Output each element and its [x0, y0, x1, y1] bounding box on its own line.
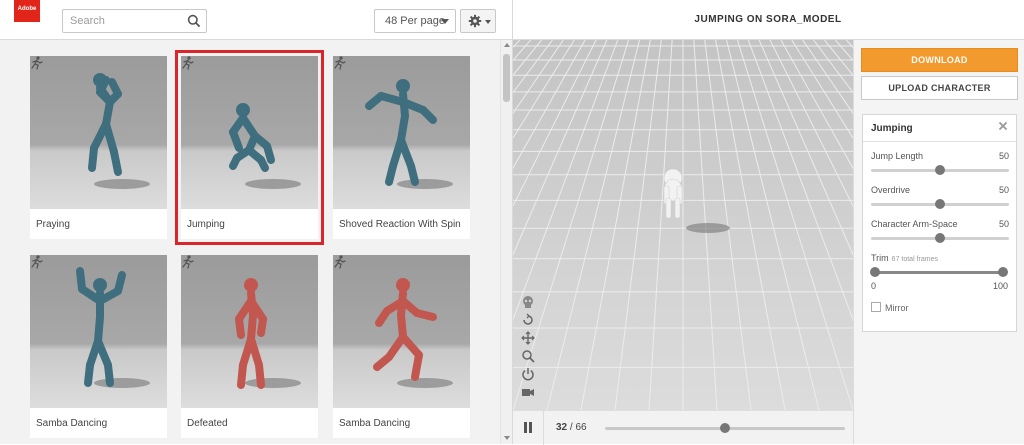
animation-type-icon	[182, 56, 194, 70]
animation-card-label: Jumping	[187, 219, 225, 230]
power-icon[interactable]	[521, 367, 535, 381]
per-page-value: 48 Per page	[385, 15, 445, 27]
animation-type-icon	[182, 255, 194, 269]
param-label: Overdrive	[871, 185, 911, 195]
animation-card[interactable]: Samba Dancing	[30, 255, 167, 438]
animation-card[interactable]: Samba Dancing	[333, 255, 470, 438]
animation-card-selected[interactable]: Jumping	[175, 50, 324, 245]
param-label: Character Arm-Space	[871, 219, 958, 229]
overdrive-slider[interactable]: Overdrive 50	[871, 185, 1009, 215]
trim-title: Trim	[871, 253, 889, 263]
search-input[interactable]	[63, 10, 183, 32]
animation-type-icon	[31, 255, 43, 269]
animation-thumbnail	[181, 56, 318, 209]
animation-thumbnail	[30, 56, 167, 209]
settings-title: Jumping	[871, 123, 913, 134]
animation-type-icon	[334, 56, 346, 70]
chevron-down-icon	[441, 19, 449, 24]
trim-start-handle[interactable]	[870, 267, 880, 277]
total-frames: 66	[575, 422, 587, 433]
search-icon[interactable]	[187, 14, 201, 28]
param-value: 50	[998, 151, 1009, 161]
character-figure	[229, 103, 301, 189]
animation-card-label: Shoved Reaction With Spin	[339, 219, 461, 230]
skeleton-icon[interactable]	[521, 295, 535, 309]
animation-type-icon	[334, 255, 346, 269]
character-figure	[373, 278, 453, 388]
character-arm-space-slider[interactable]: Character Arm-Space 50	[871, 219, 1009, 249]
trim-label: Trim 67 total frames	[871, 253, 938, 263]
animation-card-label: Praying	[36, 219, 70, 230]
3d-viewport[interactable]	[513, 40, 853, 410]
reset-view-icon[interactable]	[521, 313, 535, 327]
character-figure	[76, 267, 150, 388]
scroll-down-icon[interactable]	[504, 436, 510, 440]
trim-range-slider[interactable]	[870, 267, 1008, 277]
frame-counter: 32 / 66	[556, 422, 587, 433]
camera-icon[interactable]	[521, 385, 535, 399]
divider	[543, 411, 544, 445]
per-page-select[interactable]: 48 Per page	[374, 9, 456, 33]
param-label: Jump Length	[871, 151, 924, 161]
animation-thumbnail	[333, 56, 470, 209]
jump-length-slider[interactable]: Jump Length 50	[871, 151, 1009, 181]
slider-track[interactable]	[871, 199, 1009, 209]
settings-button[interactable]	[460, 9, 496, 33]
animation-thumbnail	[30, 255, 167, 408]
viewer-title: JUMPING ON SORA_MODEL	[694, 14, 842, 25]
animation-card[interactable]: Shoved Reaction With Spin	[333, 56, 470, 239]
timeline-handle[interactable]	[720, 423, 730, 433]
current-frame: 32	[556, 422, 568, 433]
slider-track[interactable]	[871, 165, 1009, 175]
timeline-scrubber[interactable]	[605, 423, 845, 433]
gear-icon	[468, 14, 482, 28]
animation-card-label: Samba Dancing	[36, 418, 108, 429]
playback-bar: 32 / 66	[513, 410, 853, 445]
scroll-up-icon[interactable]	[504, 43, 510, 47]
floor-grid	[513, 40, 853, 410]
animation-grid: Praying Jumping Shoved Reaction With Spi…	[0, 40, 512, 444]
animation-card[interactable]: Praying	[30, 56, 167, 239]
pause-icon[interactable]	[523, 422, 533, 433]
search-box[interactable]	[62, 9, 207, 33]
divider	[863, 141, 1016, 142]
slider-track[interactable]	[871, 233, 1009, 243]
trim-end-handle[interactable]	[998, 267, 1008, 277]
character-figure	[88, 73, 150, 189]
character-figure	[235, 278, 301, 389]
pan-icon[interactable]	[521, 331, 535, 345]
slider-handle[interactable]	[935, 165, 945, 175]
mirror-checkbox[interactable]	[871, 302, 881, 312]
param-value: 50	[998, 219, 1009, 229]
animation-type-icon	[31, 56, 43, 70]
slider-handle[interactable]	[935, 199, 945, 209]
upload-character-button[interactable]: UPLOAD CHARACTER	[861, 76, 1018, 100]
animation-card[interactable]: Defeated	[181, 255, 318, 438]
animation-thumbnail	[181, 255, 318, 408]
right-panel: DOWNLOAD UPLOAD CHARACTER Jumping Jump L…	[853, 40, 1024, 444]
chevron-down-icon	[485, 20, 491, 24]
close-icon[interactable]	[998, 121, 1008, 131]
animation-card-label: Samba Dancing	[339, 418, 411, 429]
mirror-label: Mirror	[885, 303, 909, 313]
trim-hint: 67 total frames	[891, 256, 938, 263]
grid-scrollbar[interactable]	[500, 40, 512, 444]
animation-thumbnail	[333, 255, 470, 408]
scrollbar-thumb[interactable]	[503, 54, 510, 102]
zoom-icon[interactable]	[521, 349, 535, 363]
download-button[interactable]: DOWNLOAD	[861, 48, 1018, 72]
trim-max-value: 100	[992, 281, 1008, 291]
slider-handle[interactable]	[935, 233, 945, 243]
adobe-logo[interactable]: Adobe	[14, 0, 40, 22]
character-shadow	[686, 223, 730, 233]
param-value: 50	[998, 185, 1009, 195]
trim-min-value: 0	[871, 281, 877, 291]
animation-settings-card: Jumping Jump Length 50 Overdrive 50 Char…	[862, 114, 1017, 332]
viewport-toolbar	[521, 295, 535, 403]
character-figure	[365, 79, 453, 189]
animation-card-label: Defeated	[187, 418, 228, 429]
